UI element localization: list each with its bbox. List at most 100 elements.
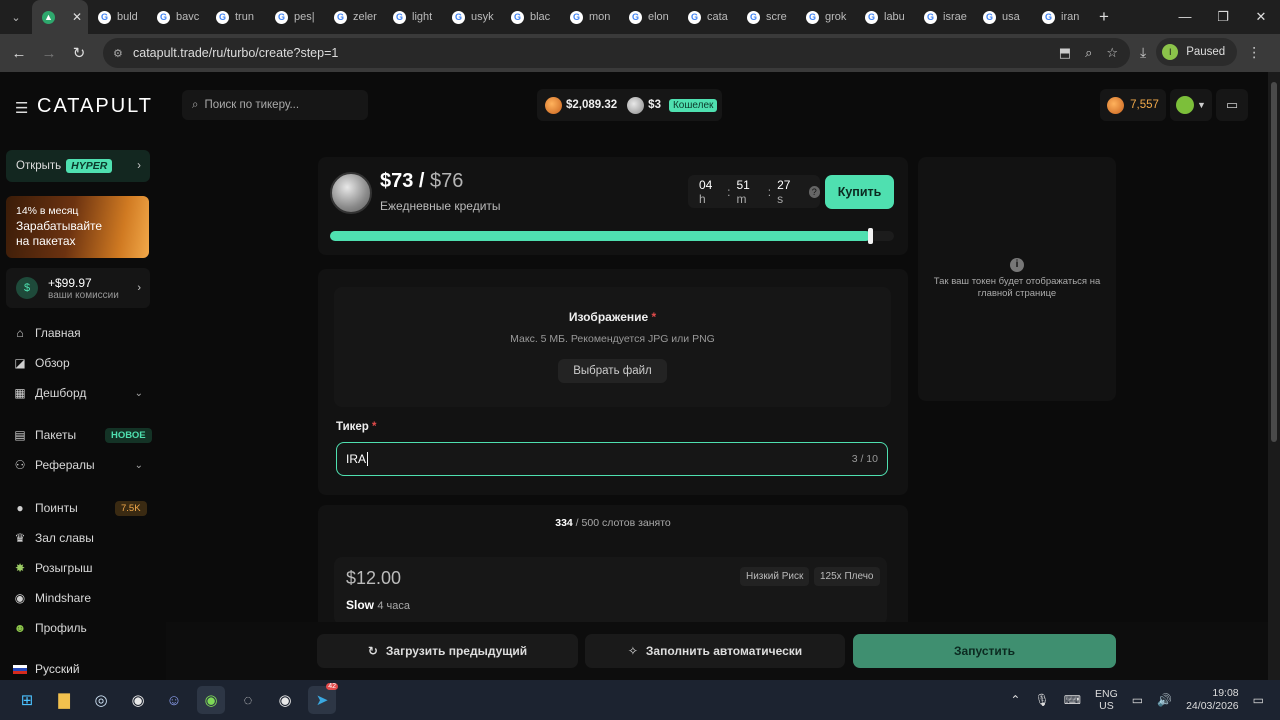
file-explorer-icon[interactable]: ▇ xyxy=(50,686,78,714)
microphone-icon[interactable]: 🎙 xyxy=(1034,693,1049,707)
sidebar-item-hall-of-fame[interactable]: ♛ Зал славы xyxy=(13,526,153,550)
promo-banner[interactable]: 14% в месяц Зарабатывайте на пакетах xyxy=(6,196,149,258)
browser-tab[interactable]: Glight xyxy=(383,0,442,34)
browser-tab[interactable]: Gbuld xyxy=(88,0,147,34)
logo[interactable]: CATAPULT xyxy=(37,95,153,118)
browser-tab[interactable]: Gusyk xyxy=(442,0,501,34)
sidebar-item-overview[interactable]: ◪ Обзор xyxy=(13,351,153,375)
credits-progress-bar xyxy=(330,228,894,244)
browser-tab[interactable]: Gpes| xyxy=(265,0,324,34)
keyboard-icon[interactable]: ⌨ xyxy=(1064,693,1081,707)
user-menu-button[interactable]: ▼ xyxy=(1170,89,1212,121)
telegram-icon[interactable]: ➤ 42 xyxy=(308,683,338,714)
back-icon[interactable]: ← xyxy=(4,45,34,62)
promo-line: на пакетах xyxy=(16,234,76,248)
commission-card[interactable]: $ +$99.97 ваши комиссии › xyxy=(6,268,150,308)
sidebar-item-points[interactable]: ● Поинты 7.5K xyxy=(13,496,153,520)
input-language[interactable]: ENG US xyxy=(1095,688,1118,712)
load-previous-button[interactable]: ↻ Загрузить предыдущий xyxy=(317,634,578,668)
promo-rate: 14% в месяц xyxy=(16,205,79,217)
windows-taskbar: ⊞ ▇ ◎ ◉ ☺ ◉ ◌ ◉ ➤ 42 ⌃ 🎙 ⌨ ENG US ▭ 🔊 19:… xyxy=(0,680,1280,720)
wallet-button[interactable]: Кошелек xyxy=(668,98,718,112)
browser-tab[interactable]: ▲ ✕ xyxy=(32,0,88,34)
chrome-alt-icon[interactable]: ◉ xyxy=(271,686,299,714)
sidebar-item-home[interactable]: ⌂ Главная xyxy=(13,321,153,345)
chrome-icon[interactable]: ◉ xyxy=(124,686,152,714)
chrome-profile-icon[interactable]: ◉ xyxy=(197,686,225,714)
bookmark-star-icon[interactable]: ☆ xyxy=(1106,45,1118,61)
browser-tab[interactable]: Ggrok xyxy=(796,0,855,34)
close-tab-icon[interactable]: ✕ xyxy=(72,10,82,24)
browser-tab[interactable]: Gtrun xyxy=(206,0,265,34)
help-icon[interactable]: ? xyxy=(808,185,820,198)
site-info-icon[interactable]: ⚙ xyxy=(113,47,133,60)
sidebar-item-packages[interactable]: ▤ Пакеты НОВОЕ xyxy=(13,423,153,447)
search-input[interactable]: ⌕ Поиск по тикеру... xyxy=(182,90,368,120)
browser-tab[interactable]: Gscre xyxy=(737,0,796,34)
image-upload-area[interactable]: Изображение * Макс. 5 МБ. Рекомендуется … xyxy=(334,287,891,407)
obs-icon[interactable]: ◌ xyxy=(234,686,262,714)
scrollbar-thumb[interactable] xyxy=(1271,82,1277,442)
balance-widget[interactable]: $2,089.32 $3 Кошелек xyxy=(537,89,722,121)
forward-icon[interactable]: → xyxy=(34,45,64,62)
browser-tab[interactable]: Giran xyxy=(1032,0,1091,34)
open-hyper-button[interactable]: Открыть HYPER › xyxy=(6,150,150,182)
tab-search-chevron-icon[interactable]: ⌄ xyxy=(0,0,32,34)
close-window-icon[interactable]: ✕ xyxy=(1242,0,1280,34)
profile-status: Paused xyxy=(1186,46,1226,58)
hamburger-icon[interactable]: ☰ xyxy=(15,99,28,117)
browser-tab[interactable]: Gmon xyxy=(560,0,619,34)
page-scrollbar[interactable] xyxy=(1268,72,1280,680)
chat-icon[interactable]: ▭ xyxy=(1216,89,1248,121)
trophy-icon: ♛ xyxy=(14,531,26,545)
profile-icon: ☻ xyxy=(13,621,27,635)
choose-file-button[interactable]: Выбрать файл xyxy=(558,359,667,383)
sidebar-item-profile[interactable]: ☻ Профиль xyxy=(13,616,153,640)
discord-icon[interactable]: ☺ xyxy=(160,686,188,714)
browser-tab[interactable]: Gusa xyxy=(973,0,1032,34)
leverage-tag: 125x Плечо xyxy=(814,567,880,586)
new-tab-button[interactable]: + xyxy=(1091,7,1117,27)
chevron-up-icon[interactable]: ⌃ xyxy=(1010,693,1020,707)
browser-tab[interactable]: Gzeler xyxy=(324,0,383,34)
browser-menu-icon[interactable]: ⋮ xyxy=(1247,44,1261,61)
browser-tab[interactable]: Glabu xyxy=(855,0,914,34)
required-asterisk: * xyxy=(372,421,377,433)
browser-tab[interactable]: Gbavc xyxy=(147,0,206,34)
points-widget[interactable]: 7,557 xyxy=(1100,89,1166,121)
minimize-icon[interactable]: — xyxy=(1166,0,1204,34)
browser-tab[interactable]: Gcata xyxy=(678,0,737,34)
sidebar-item-giveaway[interactable]: ✸ Розыгрыш xyxy=(13,556,153,580)
tab-label: usyk xyxy=(471,11,494,23)
tab-label: iran xyxy=(1061,11,1080,23)
sidebar-item-dashboard[interactable]: ▦ Дешборд ⌄ xyxy=(13,381,153,405)
sidebar-item-referrals[interactable]: ⚇ Рефералы ⌄ xyxy=(13,453,153,477)
buy-button[interactable]: Купить xyxy=(825,175,894,209)
clock[interactable]: 19:08 24/03/2026 xyxy=(1186,687,1239,713)
clock-date: 24/03/2026 xyxy=(1186,700,1239,712)
profile-button[interactable]: I Paused xyxy=(1156,38,1238,66)
sidebar-item-mindshare[interactable]: ◉ Mindshare xyxy=(13,586,153,610)
launch-button[interactable]: Запустить xyxy=(853,634,1116,668)
browser-tab[interactable]: Gisrae xyxy=(914,0,973,34)
restore-icon[interactable]: ❐ xyxy=(1204,0,1242,34)
volume-icon[interactable]: 🔊 xyxy=(1157,693,1172,707)
zoom-icon[interactable]: ⌕ xyxy=(1085,45,1092,61)
language-selector[interactable]: Русский xyxy=(13,662,80,676)
ticker-input[interactable]: IRA 3 / 10 xyxy=(336,442,888,476)
browser-tab[interactable]: Gblac xyxy=(501,0,560,34)
autofill-button[interactable]: ✧ Заполнить автоматически xyxy=(585,634,845,668)
download-icon[interactable]: ⤓ xyxy=(1140,44,1146,61)
browser-tab[interactable]: Gelon xyxy=(619,0,678,34)
notification-icon[interactable]: ▭ xyxy=(1253,693,1264,707)
windows-start-icon[interactable]: ⊞ xyxy=(13,686,41,714)
tab-label: elon xyxy=(648,11,669,23)
install-app-icon[interactable]: ⬒ xyxy=(1059,45,1071,61)
steam-icon[interactable]: ◎ xyxy=(87,686,115,714)
load-previous-label: Загрузить предыдущий xyxy=(385,644,528,658)
display-icon[interactable]: ▭ xyxy=(1132,693,1143,707)
plan-option[interactable]: $12.00 Slow 4 часа Низкий Риск 125x Плеч… xyxy=(334,557,887,625)
reload-icon[interactable]: ↻ xyxy=(64,44,94,62)
google-favicon-icon: G xyxy=(570,10,583,24)
address-bar[interactable]: ⚙ catapult.trade/ru/turbo/create?step=1 … xyxy=(103,38,1130,68)
